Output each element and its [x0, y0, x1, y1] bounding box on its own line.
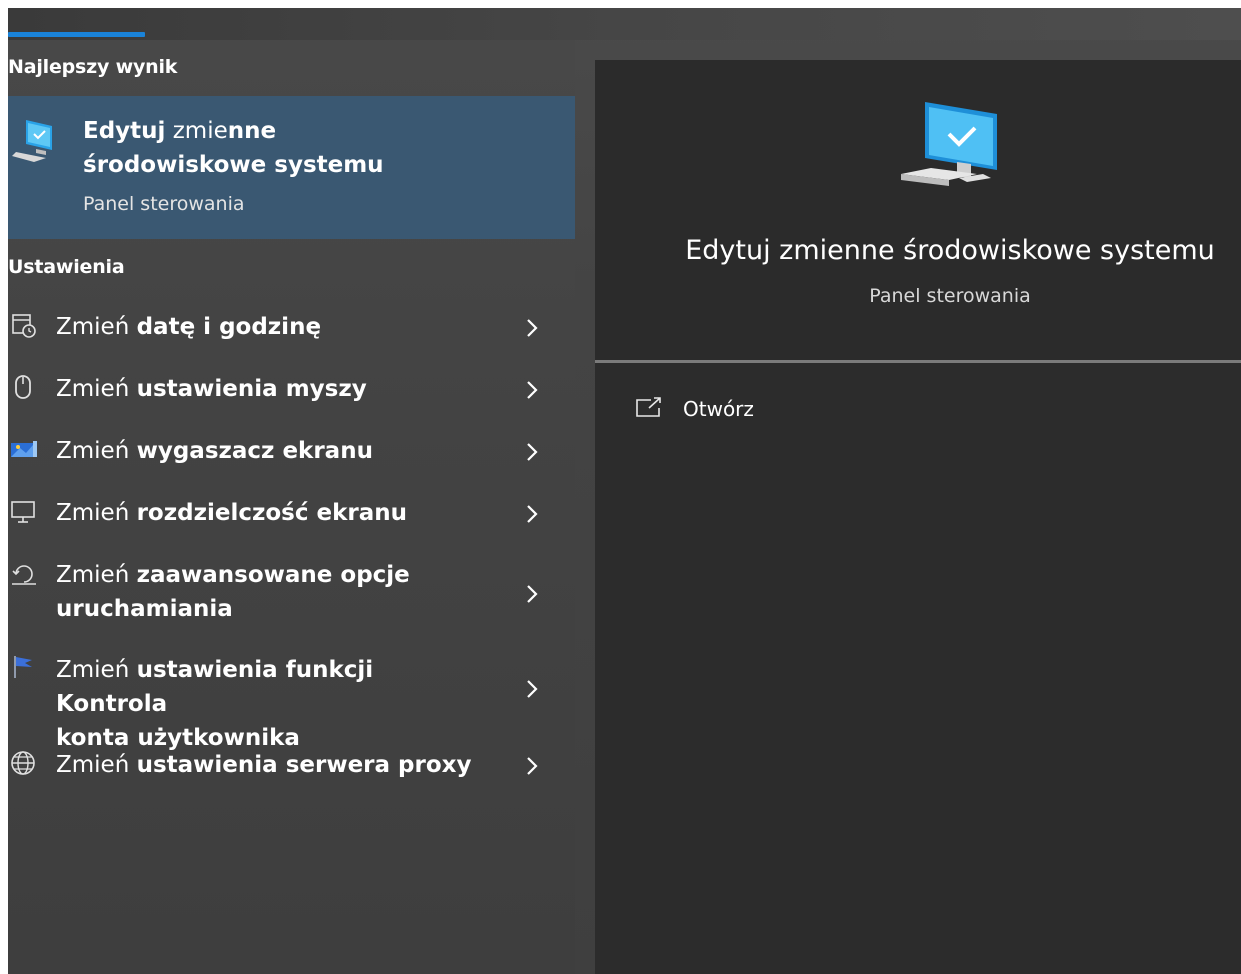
- settings-item-label: Zmień ustawienia myszy: [56, 372, 486, 406]
- computer-checkmark-icon: [901, 102, 997, 186]
- best-match-title-part: nne: [227, 118, 277, 144]
- settings-item-rest: rozdzielczość ekranu: [136, 500, 408, 526]
- settings-item-screensaver[interactable]: Zmień wygaszacz ekranu: [8, 434, 575, 482]
- settings-item-label: Zmień ustawienia funkcji Kontrola konta u…: [56, 653, 486, 755]
- chevron-right-icon: [527, 319, 538, 337]
- settings-item-label: Zmień wygaszacz ekranu: [56, 434, 486, 468]
- best-match-title-line2: środowiskowe systemu: [83, 152, 384, 178]
- settings-item-prefix: Zmień: [56, 500, 137, 526]
- results-list: Najlepszy wynik Edytuj zmienne środowisk…: [8, 40, 575, 974]
- chevron-right-icon: [527, 443, 538, 461]
- preview-title: Edytuj zmienne środowiskowe systemu: [685, 235, 1215, 266]
- settings-item-label: Zmień ustawienia serwera proxy: [56, 748, 486, 782]
- search-top-bar: [8, 8, 1241, 40]
- settings-item-prefix: Zmień: [56, 438, 137, 464]
- settings-item-label: Zmień zaawansowane opcje uruchamiania: [56, 558, 486, 626]
- best-match-header: Najlepszy wynik: [8, 56, 178, 78]
- settings-item-label: Zmień datę i godzinę: [56, 310, 486, 344]
- settings-item-rest: zaawansowane opcje: [136, 562, 410, 588]
- best-match-title-part: Edytuj: [83, 118, 166, 144]
- screensaver-icon: [11, 441, 37, 457]
- settings-item-prefix: Zmień: [56, 314, 137, 340]
- active-tab-indicator[interactable]: [8, 32, 145, 37]
- settings-item-prefix: Zmień: [56, 657, 137, 683]
- mouse-icon: [15, 375, 31, 399]
- flag-icon: [14, 656, 32, 678]
- chevron-right-icon: [527, 757, 538, 775]
- settings-item-prefix: Zmień: [56, 752, 137, 778]
- settings-item-rest: ustawienia myszy: [136, 376, 367, 402]
- recovery-icon: [12, 565, 36, 585]
- open-action-label: Otwórz: [683, 397, 754, 421]
- best-match-title: Edytuj zmienne środowiskowe systemu: [83, 114, 553, 182]
- settings-header: Ustawienia: [8, 256, 125, 278]
- settings-item-line2: uruchamiania: [56, 596, 233, 622]
- preview-header: Edytuj zmienne środowiskowe systemu Pane…: [595, 60, 1241, 363]
- best-match-title-part: zmie: [165, 118, 228, 144]
- chevron-right-icon: [527, 381, 538, 399]
- best-match-subtitle: Panel sterowania: [83, 193, 245, 215]
- settings-item-resolution[interactable]: Zmień rozdzielczość ekranu: [8, 496, 575, 544]
- settings-item-rest: datę i godzinę: [136, 314, 322, 340]
- settings-item-advanced-startup[interactable]: Zmień zaawansowane opcje uruchamiania: [8, 558, 575, 640]
- settings-item-label: Zmień rozdzielczość ekranu: [56, 496, 486, 530]
- open-external-icon: [636, 397, 661, 417]
- settings-item-rest: wygaszacz ekranu: [136, 438, 373, 464]
- settings-item-proxy[interactable]: Zmień ustawienia serwera proxy: [8, 748, 575, 796]
- chevron-right-icon: [527, 585, 538, 603]
- settings-item-uac[interactable]: Zmień ustawienia funkcji Kontrola konta u…: [8, 653, 575, 751]
- chevron-right-icon: [527, 505, 538, 523]
- globe-icon: [11, 751, 35, 775]
- computer-checkmark-icon: [12, 120, 52, 162]
- preview-pane: Edytuj zmienne środowiskowe systemu Pane…: [595, 60, 1241, 974]
- monitor-icon: [11, 501, 35, 523]
- settings-item-mouse[interactable]: Zmień ustawienia myszy: [8, 372, 575, 420]
- best-match-result[interactable]: Edytuj zmienne środowiskowe systemu Pane…: [8, 96, 575, 239]
- settings-item-rest: ustawienia serwera proxy: [136, 752, 472, 778]
- settings-item-prefix: Zmień: [56, 562, 137, 588]
- preview-subtitle: Panel sterowania: [869, 285, 1031, 307]
- search-window: Najlepszy wynik Edytuj zmienne środowisk…: [8, 8, 1241, 974]
- settings-item-prefix: Zmień: [56, 376, 137, 402]
- calendar-clock-icon: [12, 314, 36, 338]
- chevron-right-icon: [527, 680, 538, 698]
- settings-item-date-time[interactable]: Zmień datę i godzinę: [8, 310, 575, 358]
